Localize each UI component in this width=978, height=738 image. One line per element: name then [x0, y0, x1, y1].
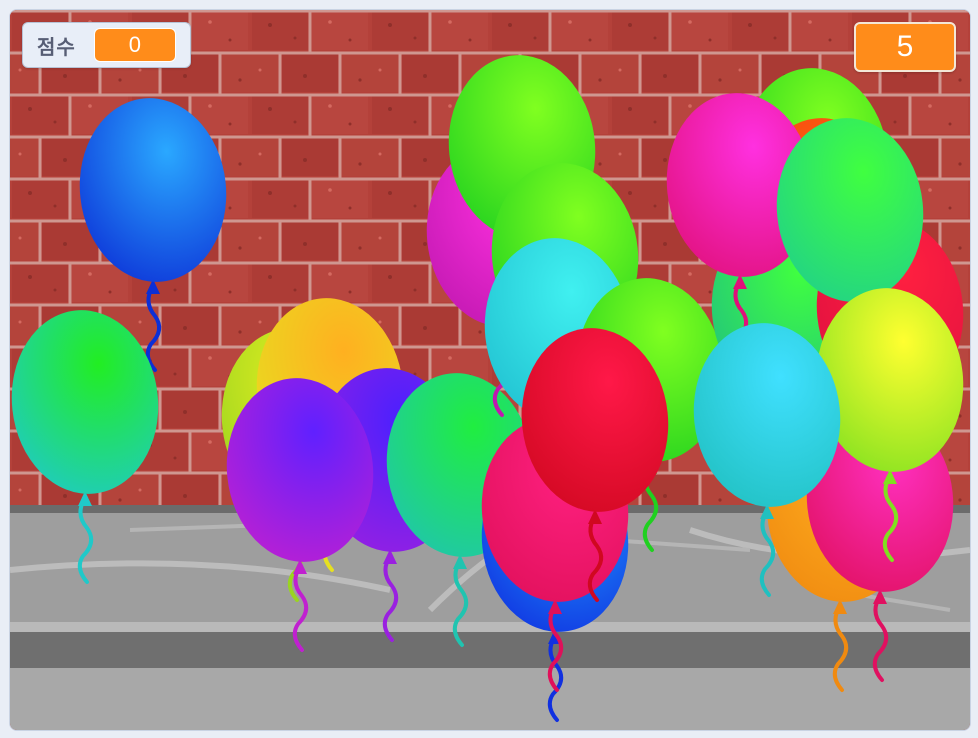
score-value: 0 [93, 28, 176, 62]
game-scene [10, 10, 970, 730]
score-label: 점수 [37, 36, 76, 59]
score-monitor: 점수 0 [22, 22, 191, 68]
curb [10, 622, 970, 632]
game-stage[interactable]: 점수 0 5 [9, 9, 971, 731]
road [10, 668, 970, 730]
count-display: 5 [854, 22, 956, 72]
curb-shadow [10, 632, 970, 668]
